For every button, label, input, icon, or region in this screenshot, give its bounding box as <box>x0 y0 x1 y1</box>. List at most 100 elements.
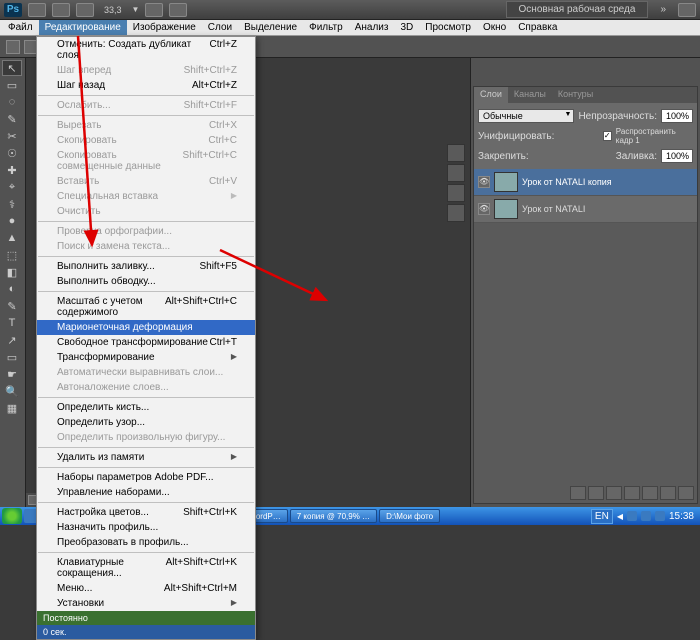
layer-thumb <box>494 199 518 219</box>
menu-item[interactable]: Преобразовать в профиль... <box>37 535 255 550</box>
clock[interactable]: 15:38 <box>669 511 694 522</box>
cslive-icon[interactable] <box>678 3 696 17</box>
menu-Выделение[interactable]: Выделение <box>238 20 303 35</box>
view-extras-icon[interactable] <box>76 3 94 17</box>
menu-item[interactable]: Свободное трансформированиеCtrl+T <box>37 335 255 350</box>
tool-preset-icon[interactable] <box>6 40 20 54</box>
tool-10[interactable]: ▲ <box>2 230 22 246</box>
tool-12[interactable]: ◧ <box>2 264 22 280</box>
menu-item: Специальная вставка▶ <box>37 189 255 204</box>
menu-item[interactable]: Определить узор... <box>37 415 255 430</box>
menu-item[interactable]: Марионеточная деформация <box>37 320 255 335</box>
tool-14[interactable]: ✎ <box>2 298 22 314</box>
tool-11[interactable]: ⬚ <box>2 247 22 263</box>
group-icon[interactable] <box>642 486 658 500</box>
layer-row[interactable]: 👁Урок от NATALI копия <box>474 169 697 196</box>
unify-2[interactable] <box>573 130 584 142</box>
tool-18[interactable]: ☛ <box>2 366 22 382</box>
visibility-icon[interactable]: 👁 <box>478 176 490 188</box>
collapsed-panel-4[interactable] <box>447 204 465 222</box>
tray-3[interactable] <box>655 511 665 521</box>
tool-0[interactable]: ↖ <box>2 60 22 76</box>
menu-3D[interactable]: 3D <box>394 20 419 35</box>
propagate-check[interactable]: ✓ <box>603 131 612 141</box>
menu-item[interactable]: Масштаб с учетом содержимогоAlt+Shift+Ct… <box>37 294 255 320</box>
menu-item[interactable]: Клавиатурные сокращения...Alt+Shift+Ctrl… <box>37 555 255 581</box>
menu-Справка[interactable]: Справка <box>512 20 563 35</box>
link-layers-icon[interactable] <box>570 486 586 500</box>
layer-thumb <box>494 172 518 192</box>
menu-item[interactable]: Удалить из памяти▶ <box>37 450 255 465</box>
workspace-selector[interactable]: Основная рабочая среда <box>506 1 649 18</box>
lock-2[interactable] <box>549 150 561 162</box>
menu-Слои[interactable]: Слои <box>202 20 238 35</box>
menu-Фильтр[interactable]: Фильтр <box>303 20 349 35</box>
unify-3[interactable] <box>588 130 599 142</box>
taskbar-item[interactable]: D:\Мои фото <box>379 509 440 523</box>
minibridge-icon[interactable] <box>52 3 70 17</box>
tool-2[interactable]: ◌ <box>2 94 22 110</box>
arrange-icon[interactable] <box>145 3 163 17</box>
panel-tab-Каналы[interactable]: Каналы <box>508 87 552 103</box>
menu-item[interactable]: Наборы параметров Adobe PDF... <box>37 470 255 485</box>
lock-3[interactable] <box>565 150 577 162</box>
screen-mode-icon[interactable] <box>169 3 187 17</box>
menu-item[interactable]: Управление наборами... <box>37 485 255 500</box>
lang-indicator[interactable]: EN <box>591 509 613 524</box>
tray-2[interactable] <box>641 511 651 521</box>
start-button[interactable] <box>2 508 22 524</box>
menu-Файл[interactable]: Файл <box>2 20 39 35</box>
lock-1[interactable] <box>533 150 545 162</box>
tool-17[interactable]: ▭ <box>2 349 22 365</box>
tool-8[interactable]: ⚕ <box>2 196 22 212</box>
collapsed-panel-1[interactable] <box>447 144 465 162</box>
menu-Анализ[interactable]: Анализ <box>349 20 395 35</box>
adjustment-icon[interactable] <box>624 486 640 500</box>
menu-item[interactable]: Определить кисть... <box>37 400 255 415</box>
tool-7[interactable]: ⌖ <box>2 179 22 195</box>
collapsed-panel-2[interactable] <box>447 164 465 182</box>
menu-item[interactable]: Отменить: Создать дубликат слояCtrl+Z <box>37 37 255 63</box>
bridge-icon[interactable] <box>28 3 46 17</box>
menu-Просмотр[interactable]: Просмотр <box>419 20 477 35</box>
menu-item[interactable]: Назначить профиль... <box>37 520 255 535</box>
tool-9[interactable]: ● <box>2 213 22 229</box>
tool-15[interactable]: T <box>2 315 22 331</box>
menu-item[interactable]: Настройка цветов...Shift+Ctrl+K <box>37 505 255 520</box>
menu-item[interactable]: Установки▶ <box>37 596 255 611</box>
menu-item[interactable]: Трансформирование▶ <box>37 350 255 365</box>
menu-item[interactable]: Меню...Alt+Shift+Ctrl+M <box>37 581 255 596</box>
zoom-level[interactable]: 33,3 <box>100 5 126 15</box>
tool-3[interactable]: ✎ <box>2 111 22 127</box>
tool-16[interactable]: ↗ <box>2 332 22 348</box>
tool-19[interactable]: 🔍 <box>2 383 22 399</box>
menu-item[interactable]: Выполнить обводку... <box>37 274 255 289</box>
menu-item[interactable]: Шаг назадAlt+Ctrl+Z <box>37 78 255 93</box>
tool-6[interactable]: ✚ <box>2 162 22 178</box>
menu-item[interactable]: Выполнить заливку...Shift+F5 <box>37 259 255 274</box>
blend-mode-select[interactable]: Обычные <box>478 109 574 123</box>
mask-icon[interactable] <box>606 486 622 500</box>
tool-13[interactable]: ◐ <box>2 281 22 297</box>
layer-row[interactable]: 👁Урок от NATALI <box>474 196 697 223</box>
delete-layer-icon[interactable] <box>678 486 694 500</box>
fx-icon[interactable] <box>588 486 604 500</box>
menu-Изображение[interactable]: Изображение <box>127 20 202 35</box>
menu-Редактирование[interactable]: Редактирование <box>39 20 127 35</box>
visibility-icon[interactable]: 👁 <box>478 203 490 215</box>
fill-input[interactable]: 100% <box>661 149 693 163</box>
tool-4[interactable]: ✂ <box>2 128 22 144</box>
opacity-input[interactable]: 100% <box>661 109 693 123</box>
tool-20[interactable]: ▦ <box>2 400 22 416</box>
panel-tab-Контуры[interactable]: Контуры <box>552 87 599 103</box>
taskbar-item[interactable]: 7 копия @ 70,9% … <box>290 509 377 523</box>
collapsed-panel-3[interactable] <box>447 184 465 202</box>
lock-4[interactable] <box>581 150 593 162</box>
tool-1[interactable]: ▭ <box>2 77 22 93</box>
panel-tab-Слои[interactable]: Слои <box>474 87 508 103</box>
menu-Окно[interactable]: Окно <box>477 20 512 35</box>
new-layer-icon[interactable] <box>660 486 676 500</box>
tray-1[interactable] <box>627 511 637 521</box>
tool-5[interactable]: ☉ <box>2 145 22 161</box>
unify-1[interactable] <box>558 130 569 142</box>
